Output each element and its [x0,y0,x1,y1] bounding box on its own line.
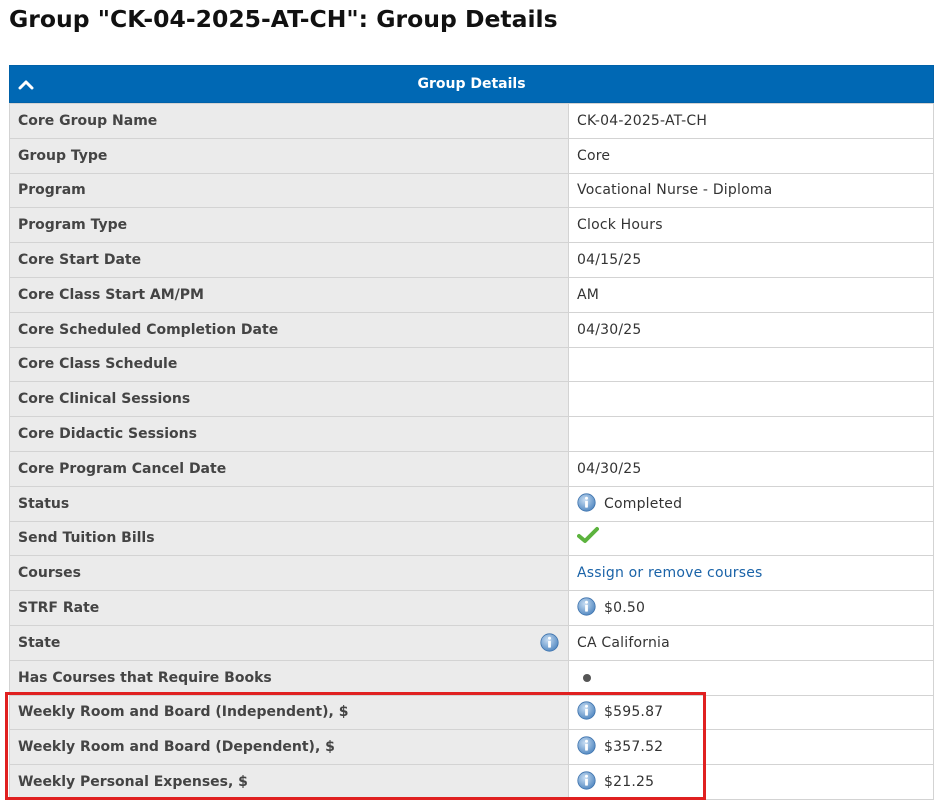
info-icon[interactable] [577,771,596,790]
row-value-core-clinical-sessions [568,381,934,418]
row-label-strf-rate: STRF Rate [9,590,569,626]
info-icon[interactable] [577,701,596,721]
personal-expenses-text: $21.25 [604,774,655,791]
row-label-weekly-personal-expenses: Weekly Personal Expenses, $ [9,764,569,800]
row-label-weekly-room-board-dependent: Weekly Room and Board (Dependent), $ [9,729,569,766]
row-label-core-program-cancel-date: Core Program Cancel Date [9,450,569,487]
table-row: Program Vocational Nurse - Diploma [9,172,934,209]
row-label-core-scheduled-completion-date: Core Scheduled Completion Date [9,311,569,348]
page-title: Group "CK-04-2025-AT-CH": Group Details [9,5,558,33]
row-value-weekly-personal-expenses: $21.25 [568,764,934,800]
info-icon[interactable] [540,633,559,652]
row-label-group-type: Group Type [9,137,569,174]
row-value-weekly-room-board-dependent: $357.52 [568,729,934,766]
panel-title: Group Details [417,76,526,92]
row-label-has-courses-require-books: Has Courses that Require Books [9,659,569,696]
table-row: Core Scheduled Completion Date 04/30/25 [9,311,934,348]
row-label-courses: Courses [9,555,569,592]
table-row: Core Class Start AM/PM AM [9,276,934,313]
table-row: Weekly Room and Board (Dependent), $ $35… [9,729,934,766]
table-row: Weekly Room and Board (Independent), $ $… [9,694,934,731]
dot-icon [583,673,591,682]
table-row: Weekly Personal Expenses, $ $21.25 [9,764,934,800]
table-row: Courses Assign or remove courses [9,555,934,592]
row-value-has-courses-require-books [568,659,934,696]
row-label-core-start-date: Core Start Date [9,242,569,278]
group-details-table: Core Group Name CK-04-2025-AT-CH Group T… [9,103,934,800]
row-label-core-class-start: Core Class Start AM/PM [9,276,569,313]
row-label-weekly-room-board-independent: Weekly Room and Board (Independent), $ [9,694,569,731]
row-value-core-group-name: CK-04-2025-AT-CH [568,103,934,139]
row-value-core-start-date: 04/15/25 [568,242,934,278]
strf-rate-text: $0.50 [604,600,646,617]
assign-remove-courses-link[interactable]: Assign or remove courses [577,565,763,581]
row-value-weekly-room-board-independent: $595.87 [568,694,934,731]
row-value-core-class-start: AM [568,276,934,313]
table-row: Core Start Date 04/15/25 [9,242,934,278]
row-label-core-didactic-sessions: Core Didactic Sessions [9,416,569,452]
row-label-core-clinical-sessions: Core Clinical Sessions [9,381,569,418]
table-row: Program Type Clock Hours [9,207,934,244]
info-icon[interactable] [577,493,596,512]
row-value-program: Vocational Nurse - Diploma [568,172,934,209]
row-value-core-didactic-sessions [568,416,934,452]
table-row: Core Program Cancel Date 04/30/25 [9,450,934,487]
row-value-courses: Assign or remove courses [568,555,934,592]
row-value-state: CA California [568,624,934,661]
table-row: STRF Rate $0.50 [9,590,934,626]
table-row: Core Didactic Sessions [9,416,934,452]
info-icon[interactable] [577,597,596,616]
row-value-core-class-schedule [568,346,934,383]
row-value-status: Completed [568,485,934,522]
row-label-send-tuition-bills: Send Tuition Bills [9,520,569,557]
panel-header[interactable]: Group Details [9,65,934,103]
room-board-dependent-text: $357.52 [604,739,664,756]
row-value-program-type: Clock Hours [568,207,934,244]
row-value-core-scheduled-completion-date: 04/30/25 [568,311,934,348]
table-row: Group Type Core [9,137,934,174]
table-row: Core Class Schedule [9,346,934,383]
table-row: State CA California [9,624,934,661]
checkmark-icon [577,526,599,548]
info-icon[interactable] [577,736,596,755]
room-board-independent-text: $595.87 [604,704,664,721]
table-row: Status Completed [9,485,934,522]
row-value-core-program-cancel-date: 04/30/25 [568,450,934,487]
row-value-strf-rate: $0.50 [568,590,934,626]
row-value-group-type: Core [568,137,934,174]
table-row: Has Courses that Require Books [9,659,934,696]
table-row: Core Group Name CK-04-2025-AT-CH [9,103,934,139]
table-row: Core Clinical Sessions [9,381,934,418]
row-value-send-tuition-bills [568,520,934,557]
state-label-text: State [18,634,61,651]
row-label-program-type: Program Type [9,207,569,244]
row-label-program: Program [9,172,569,209]
row-label-core-class-schedule: Core Class Schedule [9,346,569,383]
table-row: Send Tuition Bills [9,520,934,557]
status-text: Completed [604,495,683,512]
group-details-panel: Group Details Core Group Name CK-04-2025… [9,65,934,800]
row-label-state: State [9,624,569,661]
row-label-core-group-name: Core Group Name [9,103,569,139]
row-label-status: Status [9,485,569,522]
